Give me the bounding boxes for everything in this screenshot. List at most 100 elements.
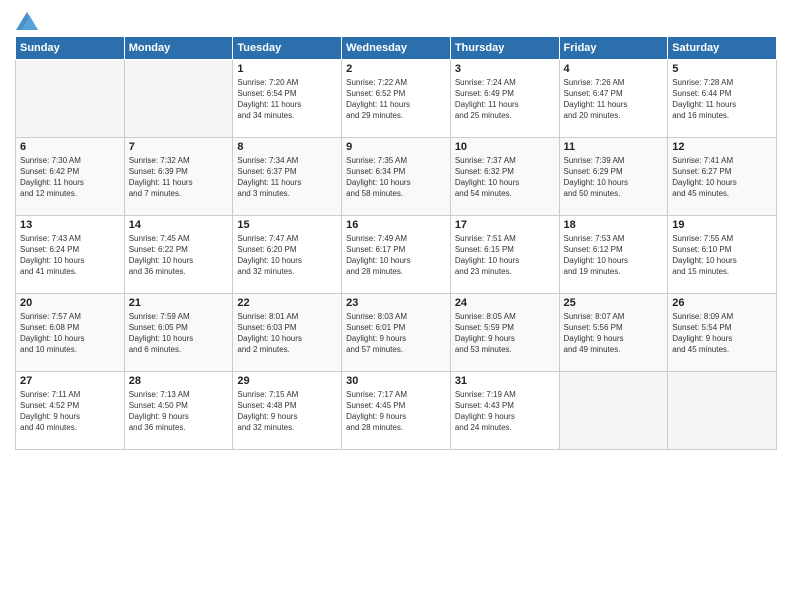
day-number: 2	[346, 63, 446, 75]
calendar-cell: 30 Sunrise: 7:17 AM Sunset: 4:45 PM Dayli…	[342, 371, 451, 449]
calendar-cell: 7Sunrise: 7:32 AM Sunset: 6:39 PM Daylig…	[124, 137, 233, 215]
day-number: 3	[455, 63, 555, 75]
calendar-cell: 10 Sunrise: 7:37 AM Sunset: 6:32 PM Dayli…	[450, 137, 559, 215]
calendar-cell: 20 Sunrise: 7:57 AM Sunset: 6:08 PM Dayli…	[16, 293, 125, 371]
calendar-cell: 31 Sunrise: 7:19 AM Sunset: 4:43 PM Dayli…	[450, 371, 559, 449]
day-info: Sunrise: 7:24 AM Sunset: 6:49 PM Dayligh…	[455, 77, 555, 122]
day-info: Sunrise: 7:34 AM Sunset: 6:37 PM Dayligh…	[237, 155, 337, 200]
day-info: Sunrise: 7:51 AM Sunset: 6:15 PM Dayligh…	[455, 233, 555, 278]
calendar-table: SundayMondayTuesdayWednesdayThursdayFrid…	[15, 36, 777, 450]
day-number: 24	[455, 297, 555, 309]
day-number: 10	[455, 141, 555, 153]
day-number: 30	[346, 375, 446, 387]
calendar-cell: 25 Sunrise: 8:07 AM Sunset: 5:56 PM Dayli…	[559, 293, 668, 371]
day-info: Sunrise: 7:43 AM Sunset: 6:24 PM Dayligh…	[20, 233, 120, 278]
day-of-week-header: Saturday	[668, 36, 777, 59]
day-info: Sunrise: 7:17 AM Sunset: 4:45 PM Dayligh…	[346, 389, 446, 434]
calendar-container: SundayMondayTuesdayWednesdayThursdayFrid…	[0, 0, 792, 612]
day-info: Sunrise: 7:20 AM Sunset: 6:54 PM Dayligh…	[237, 77, 337, 122]
day-info: Sunrise: 7:37 AM Sunset: 6:32 PM Dayligh…	[455, 155, 555, 200]
day-number: 18	[564, 219, 664, 231]
calendar-week-row: 20 Sunrise: 7:57 AM Sunset: 6:08 PM Dayli…	[16, 293, 777, 371]
calendar-week-row: 27 Sunrise: 7:11 AM Sunset: 4:52 PM Dayli…	[16, 371, 777, 449]
day-info: Sunrise: 7:22 AM Sunset: 6:52 PM Dayligh…	[346, 77, 446, 122]
calendar-cell: 3 Sunrise: 7:24 AM Sunset: 6:49 PM Daylig…	[450, 59, 559, 137]
day-number: 25	[564, 297, 664, 309]
day-number: 12	[672, 141, 772, 153]
day-info: Sunrise: 8:09 AM Sunset: 5:54 PM Dayligh…	[672, 311, 772, 356]
calendar-cell	[16, 59, 125, 137]
day-info: Sunrise: 8:07 AM Sunset: 5:56 PM Dayligh…	[564, 311, 664, 356]
day-number: 14	[129, 219, 229, 231]
logo-icon	[16, 12, 38, 30]
day-number: 15	[237, 219, 337, 231]
calendar-cell: 24Sunrise: 8:05 AM Sunset: 5:59 PM Dayli…	[450, 293, 559, 371]
day-number: 11	[564, 141, 664, 153]
day-info: Sunrise: 7:30 AM Sunset: 6:42 PM Dayligh…	[20, 155, 120, 200]
day-info: Sunrise: 7:15 AM Sunset: 4:48 PM Dayligh…	[237, 389, 337, 434]
calendar-cell: 13 Sunrise: 7:43 AM Sunset: 6:24 PM Dayli…	[16, 215, 125, 293]
calendar-cell: 1 Sunrise: 7:20 AM Sunset: 6:54 PM Daylig…	[233, 59, 342, 137]
day-info: Sunrise: 7:47 AM Sunset: 6:20 PM Dayligh…	[237, 233, 337, 278]
day-number: 1	[237, 63, 337, 75]
calendar-cell: 22 Sunrise: 8:01 AM Sunset: 6:03 PM Dayli…	[233, 293, 342, 371]
day-of-week-header: Thursday	[450, 36, 559, 59]
day-number: 5	[672, 63, 772, 75]
calendar-week-row: 6 Sunrise: 7:30 AM Sunset: 6:42 PM Daylig…	[16, 137, 777, 215]
calendar-cell	[124, 59, 233, 137]
day-of-week-header: Monday	[124, 36, 233, 59]
day-number: 8	[237, 141, 337, 153]
day-number: 9	[346, 141, 446, 153]
day-info: Sunrise: 7:35 AM Sunset: 6:34 PM Dayligh…	[346, 155, 446, 200]
day-number: 6	[20, 141, 120, 153]
calendar-cell: 5 Sunrise: 7:28 AM Sunset: 6:44 PM Daylig…	[668, 59, 777, 137]
day-number: 16	[346, 219, 446, 231]
calendar-body: 1 Sunrise: 7:20 AM Sunset: 6:54 PM Daylig…	[16, 59, 777, 449]
day-number: 20	[20, 297, 120, 309]
day-info: Sunrise: 7:53 AM Sunset: 6:12 PM Dayligh…	[564, 233, 664, 278]
day-of-week-header: Wednesday	[342, 36, 451, 59]
day-number: 27	[20, 375, 120, 387]
calendar-cell: 18 Sunrise: 7:53 AM Sunset: 6:12 PM Dayli…	[559, 215, 668, 293]
day-number: 21	[129, 297, 229, 309]
calendar-week-row: 13 Sunrise: 7:43 AM Sunset: 6:24 PM Dayli…	[16, 215, 777, 293]
calendar-week-row: 1 Sunrise: 7:20 AM Sunset: 6:54 PM Daylig…	[16, 59, 777, 137]
calendar-cell: 19Sunrise: 7:55 AM Sunset: 6:10 PM Dayli…	[668, 215, 777, 293]
day-info: Sunrise: 7:11 AM Sunset: 4:52 PM Dayligh…	[20, 389, 120, 434]
day-info: Sunrise: 7:57 AM Sunset: 6:08 PM Dayligh…	[20, 311, 120, 356]
day-info: Sunrise: 7:19 AM Sunset: 4:43 PM Dayligh…	[455, 389, 555, 434]
calendar-cell: 23 Sunrise: 8:03 AM Sunset: 6:01 PM Dayli…	[342, 293, 451, 371]
day-number: 22	[237, 297, 337, 309]
calendar-cell: 16 Sunrise: 7:49 AM Sunset: 6:17 PM Dayli…	[342, 215, 451, 293]
calendar-cell: 26 Sunrise: 8:09 AM Sunset: 5:54 PM Dayli…	[668, 293, 777, 371]
day-info: Sunrise: 8:01 AM Sunset: 6:03 PM Dayligh…	[237, 311, 337, 356]
day-number: 28	[129, 375, 229, 387]
day-number: 4	[564, 63, 664, 75]
calendar-cell: 28Sunrise: 7:13 AM Sunset: 4:50 PM Dayli…	[124, 371, 233, 449]
calendar-cell: 11 Sunrise: 7:39 AM Sunset: 6:29 PM Dayli…	[559, 137, 668, 215]
day-info: Sunrise: 7:55 AM Sunset: 6:10 PM Dayligh…	[672, 233, 772, 278]
day-info: Sunrise: 7:45 AM Sunset: 6:22 PM Dayligh…	[129, 233, 229, 278]
calendar-cell	[559, 371, 668, 449]
day-info: Sunrise: 7:32 AM Sunset: 6:39 PM Dayligh…	[129, 155, 229, 200]
calendar-cell: 14 Sunrise: 7:45 AM Sunset: 6:22 PM Dayli…	[124, 215, 233, 293]
day-info: Sunrise: 7:49 AM Sunset: 6:17 PM Dayligh…	[346, 233, 446, 278]
calendar-cell: 21Sunrise: 7:59 AM Sunset: 6:05 PM Dayli…	[124, 293, 233, 371]
logo	[15, 10, 38, 28]
day-number: 13	[20, 219, 120, 231]
day-info: Sunrise: 7:28 AM Sunset: 6:44 PM Dayligh…	[672, 77, 772, 122]
calendar-cell: 17Sunrise: 7:51 AM Sunset: 6:15 PM Dayli…	[450, 215, 559, 293]
day-number: 26	[672, 297, 772, 309]
day-number: 23	[346, 297, 446, 309]
day-info: Sunrise: 7:39 AM Sunset: 6:29 PM Dayligh…	[564, 155, 664, 200]
calendar-cell: 4Sunrise: 7:26 AM Sunset: 6:47 PM Daylig…	[559, 59, 668, 137]
calendar-cell: 6 Sunrise: 7:30 AM Sunset: 6:42 PM Daylig…	[16, 137, 125, 215]
day-info: Sunrise: 7:41 AM Sunset: 6:27 PM Dayligh…	[672, 155, 772, 200]
calendar-cell: 8 Sunrise: 7:34 AM Sunset: 6:37 PM Daylig…	[233, 137, 342, 215]
day-of-week-header: Friday	[559, 36, 668, 59]
calendar-cell	[668, 371, 777, 449]
day-number: 31	[455, 375, 555, 387]
day-info: Sunrise: 8:03 AM Sunset: 6:01 PM Dayligh…	[346, 311, 446, 356]
calendar-cell: 9 Sunrise: 7:35 AM Sunset: 6:34 PM Daylig…	[342, 137, 451, 215]
calendar-cell: 15 Sunrise: 7:47 AM Sunset: 6:20 PM Dayli…	[233, 215, 342, 293]
